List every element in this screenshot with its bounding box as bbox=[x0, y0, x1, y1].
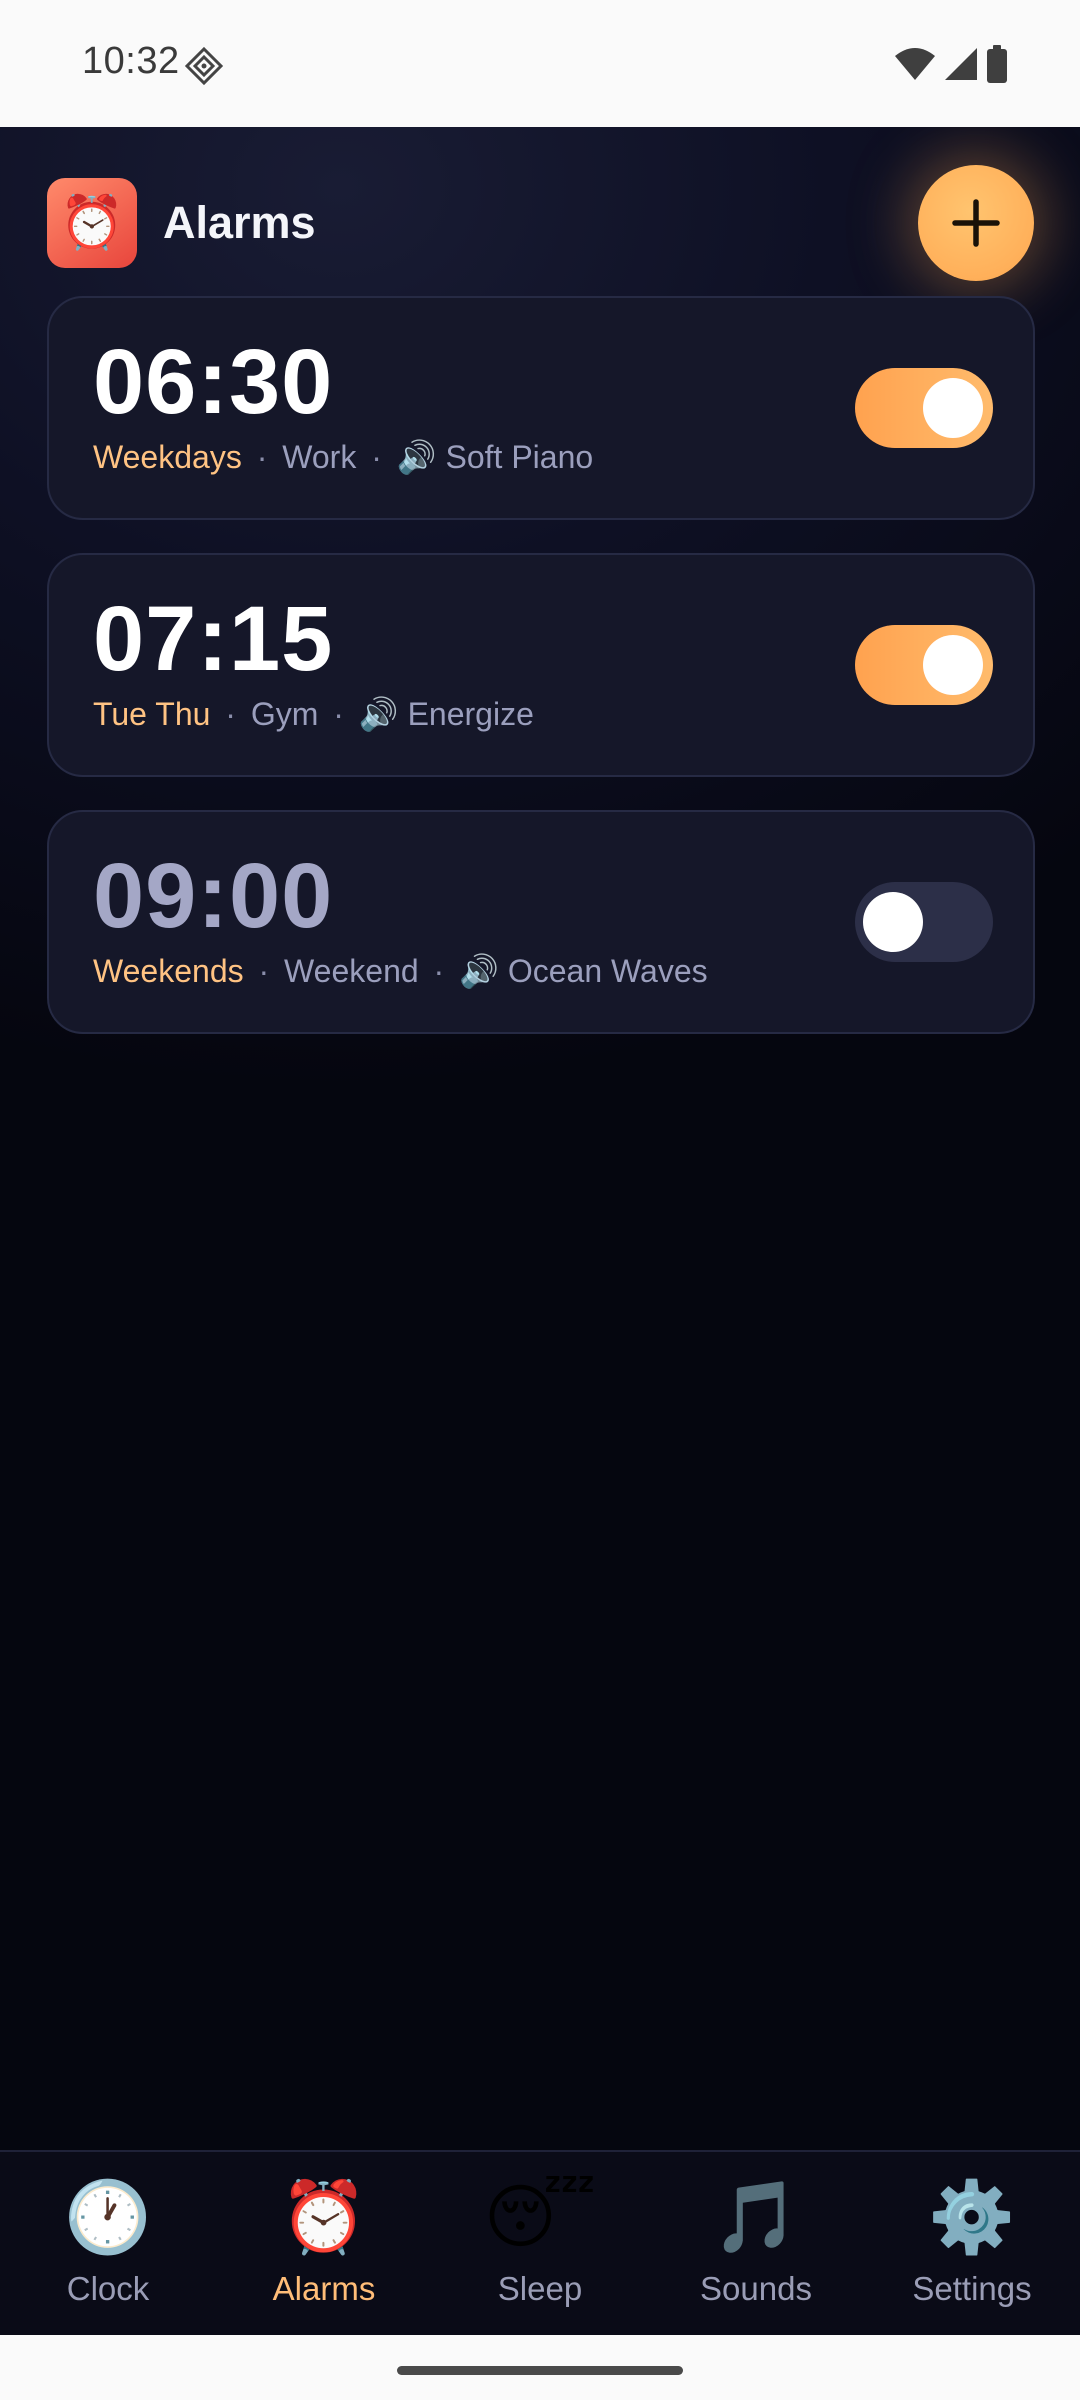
speaker-icon: 🔊 bbox=[396, 439, 437, 475]
add-alarm-button[interactable] bbox=[918, 165, 1034, 281]
alarm-details: Weekdays · Work · 🔊 Soft Piano bbox=[93, 438, 593, 476]
alarm-label: Work bbox=[282, 439, 357, 475]
sleeping-face-icon: 😴 bbox=[483, 2178, 597, 2256]
alarm-days: Tue Thu bbox=[93, 696, 211, 732]
music-note-icon: 🎵 bbox=[712, 2178, 800, 2256]
alarm-clock-icon: ⏰ bbox=[59, 194, 125, 252]
speaker-icon: 🔊 bbox=[459, 953, 499, 989]
separator: · bbox=[225, 696, 236, 732]
nav-label: Settings bbox=[912, 2270, 1032, 2307]
alarm-details: Weekends · Weekend · 🔊 Ocean Waves bbox=[93, 952, 708, 990]
alarm-toggle[interactable] bbox=[855, 625, 993, 705]
plus-icon bbox=[952, 199, 1000, 247]
nav-item-sounds[interactable]: 🎵 Sounds bbox=[648, 2152, 864, 2335]
separator: · bbox=[371, 439, 382, 475]
alarm-time: 06:30 bbox=[93, 331, 334, 433]
toggle-knob bbox=[923, 378, 983, 438]
toggle-knob bbox=[923, 635, 983, 695]
separator: · bbox=[258, 953, 270, 989]
separator: · bbox=[256, 439, 268, 475]
battery-icon bbox=[987, 45, 1007, 83]
header: ⏰ Alarms bbox=[0, 127, 1080, 297]
gesture-area bbox=[0, 2335, 1080, 2400]
diamond-notification-icon bbox=[184, 46, 224, 86]
status-icons bbox=[894, 42, 1008, 86]
gesture-handle[interactable] bbox=[397, 2366, 683, 2375]
alarm-sound: Soft Piano bbox=[445, 439, 594, 475]
alarm-card[interactable]: 09:00 Weekends · Weekend · 🔊 Ocean Waves bbox=[47, 810, 1035, 1034]
nav-label: Alarms bbox=[272, 2270, 376, 2307]
alarm-sound: Ocean Waves bbox=[507, 953, 708, 989]
alarm-details: Tue Thu · Gym · 🔊 Energize bbox=[93, 695, 534, 733]
wifi-icon bbox=[895, 48, 935, 80]
signal-icon bbox=[945, 48, 977, 80]
alarm-card[interactable]: 07:15 Tue Thu · Gym · 🔊 Energize bbox=[47, 553, 1035, 777]
alarm-toggle[interactable] bbox=[855, 882, 993, 962]
alarm-toggle[interactable] bbox=[855, 368, 993, 448]
alarm-list: 06:30 Weekdays · Work · 🔊 Soft Piano 07:… bbox=[47, 296, 1035, 1067]
separator: · bbox=[433, 953, 445, 989]
alarm-days: Weekends bbox=[93, 953, 244, 989]
alarm-time: 09:00 bbox=[93, 845, 334, 947]
alarms-screen: ⏰ Alarms 06:30 Weekdays · Work · 🔊 Soft … bbox=[0, 127, 1080, 2334]
gear-icon: ⚙️ bbox=[928, 2178, 1016, 2256]
nav-item-clock[interactable]: 🕐 Clock bbox=[0, 2152, 216, 2335]
alarm-sound: Energize bbox=[407, 696, 534, 732]
nav-label: Sounds bbox=[700, 2270, 812, 2307]
alarm-card[interactable]: 06:30 Weekdays · Work · 🔊 Soft Piano bbox=[47, 296, 1035, 520]
status-time: 10:32 bbox=[82, 40, 180, 82]
toggle-knob bbox=[863, 892, 923, 952]
status-bar: 10:32 bbox=[0, 0, 1080, 127]
nav-item-settings[interactable]: ⚙️ Settings bbox=[864, 2152, 1080, 2335]
nav-label: Sleep bbox=[497, 2270, 583, 2307]
page-title: Alarms bbox=[163, 197, 316, 248]
clock-icon: 🕐 bbox=[64, 2178, 152, 2256]
nav-item-sleep[interactable]: 😴 Sleep bbox=[432, 2152, 648, 2335]
alarm-time: 07:15 bbox=[93, 588, 334, 690]
app-logo: ⏰ bbox=[47, 178, 137, 268]
speaker-icon: 🔊 bbox=[358, 696, 399, 732]
bottom-nav: 🕐 Clock ⏰ Alarms 😴 Sleep 🎵 Sounds ⚙️ Set… bbox=[0, 2150, 1080, 2335]
alarm-days: Weekdays bbox=[93, 439, 242, 475]
alarm-clock-icon: ⏰ bbox=[280, 2178, 368, 2256]
alarm-label: Gym bbox=[250, 696, 319, 732]
nav-label: Clock bbox=[66, 2270, 150, 2307]
alarm-label: Weekend bbox=[284, 953, 419, 989]
nav-item-alarms[interactable]: ⏰ Alarms bbox=[216, 2152, 432, 2335]
separator: · bbox=[333, 696, 344, 732]
